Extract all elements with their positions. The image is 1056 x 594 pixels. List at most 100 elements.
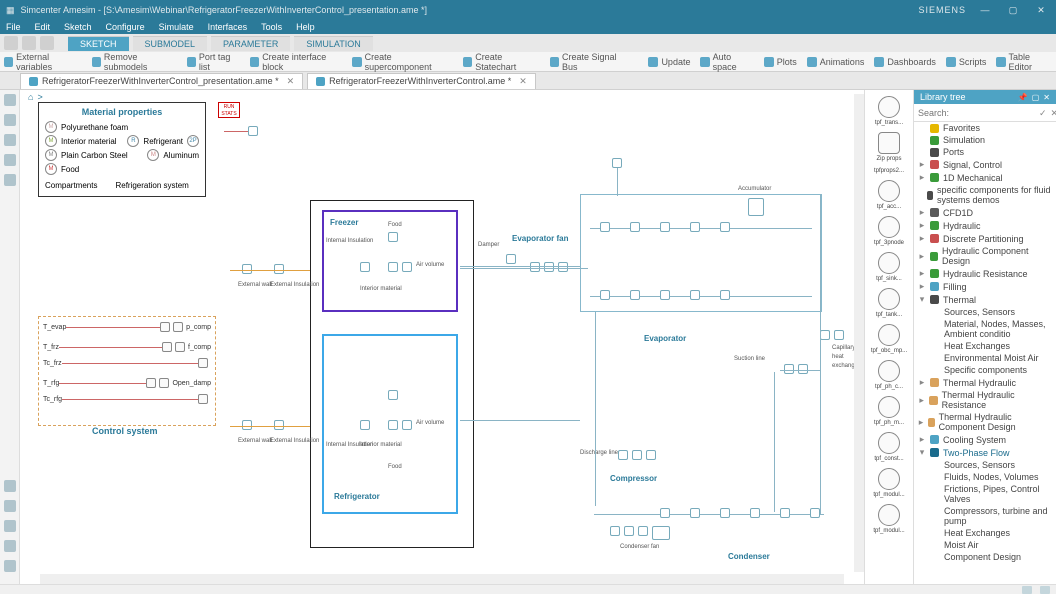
- mode-tab-sketch[interactable]: SKETCH: [68, 36, 129, 51]
- menu-sketch[interactable]: Sketch: [64, 22, 92, 32]
- tree-node[interactable]: ▸Thermal Hydraulic Resistance: [914, 389, 1056, 411]
- tree-node[interactable]: Environmental Moist Air: [914, 352, 1056, 364]
- horizontal-scrollbar[interactable]: [40, 574, 844, 584]
- diagram-node[interactable]: [402, 420, 412, 430]
- diagram-node[interactable]: [660, 222, 670, 232]
- pin-icon[interactable]: 📌: [1018, 93, 1028, 102]
- tree-node[interactable]: ▸Thermal Hydraulic Component Design: [914, 411, 1056, 433]
- tree-node[interactable]: Fluids, Nodes, Volumes: [914, 471, 1056, 483]
- btn-animations[interactable]: Animations: [807, 57, 865, 67]
- diagram-node[interactable]: [248, 126, 258, 136]
- tree-node[interactable]: Heat Exchanges: [914, 340, 1056, 352]
- diagram-node[interactable]: [618, 450, 628, 460]
- tree-node[interactable]: Simulation: [914, 134, 1056, 146]
- tree-node[interactable]: ▾Thermal: [914, 293, 1056, 306]
- diagram-node[interactable]: [630, 222, 640, 232]
- diagram-node[interactable]: [784, 364, 794, 374]
- tree-node[interactable]: ▸Discrete Partitioning: [914, 232, 1056, 245]
- diagram-node[interactable]: [652, 526, 670, 540]
- diagram-node[interactable]: [690, 290, 700, 300]
- maximize-button[interactable]: ▢: [1004, 5, 1022, 16]
- rail-text-icon[interactable]: [4, 174, 16, 186]
- rail-zoom-fit-icon[interactable]: [4, 480, 16, 492]
- menu-edit[interactable]: Edit: [35, 22, 51, 32]
- rail-grid-icon[interactable]: [4, 560, 16, 572]
- diagram-node[interactable]: [360, 262, 370, 272]
- diagram-node[interactable]: [798, 364, 808, 374]
- search-input[interactable]: [918, 108, 1035, 118]
- diagram-node[interactable]: [544, 262, 554, 272]
- menu-configure[interactable]: Configure: [106, 22, 145, 32]
- tree-node[interactable]: Material, Nodes, Masses, Ambient conditi…: [914, 318, 1056, 340]
- diagram-node[interactable]: [660, 290, 670, 300]
- canvas[interactable]: ⌂ > Material properties MPolyurethane fo…: [20, 90, 864, 584]
- palette-item[interactable]: tpfprops2...: [874, 168, 904, 174]
- diagram-node[interactable]: [274, 264, 284, 274]
- diagram-node[interactable]: [388, 390, 398, 400]
- diagram-node[interactable]: [720, 290, 730, 300]
- palette-item[interactable]: Zip props: [876, 132, 901, 162]
- rail-zoom-in-icon[interactable]: [4, 500, 16, 512]
- mode-tab-simulation[interactable]: SIMULATION: [294, 36, 372, 51]
- tree-node[interactable]: Compressors, turbine and pump: [914, 505, 1056, 527]
- rail-line-icon[interactable]: [4, 114, 16, 126]
- mode-tab-parameter[interactable]: PARAMETER: [211, 36, 290, 51]
- panel-close-icon[interactable]: ✕: [1043, 93, 1050, 102]
- diagram-node[interactable]: [720, 222, 730, 232]
- diagram-node[interactable]: [600, 290, 610, 300]
- tree-node[interactable]: Sources, Sensors: [914, 306, 1056, 318]
- status-icon[interactable]: [1040, 586, 1050, 594]
- diagram-node[interactable]: [624, 526, 634, 536]
- check-icon[interactable]: ✓: [1039, 108, 1047, 118]
- minimize-button[interactable]: —: [976, 5, 994, 15]
- menu-help[interactable]: Help: [296, 22, 315, 32]
- rail-magnify-icon[interactable]: [4, 540, 16, 552]
- diagram-node[interactable]: [690, 222, 700, 232]
- tree-node[interactable]: ▸Filling: [914, 280, 1056, 293]
- diagram-node[interactable]: [530, 262, 540, 272]
- diagram-node[interactable]: [720, 508, 730, 518]
- diagram-node[interactable]: [780, 508, 790, 518]
- diagram-node[interactable]: [242, 264, 252, 274]
- file-tab[interactable]: RefrigeratorFreezerWithInverterControl_p…: [20, 73, 303, 89]
- diagram-node[interactable]: [820, 330, 830, 340]
- palette-item[interactable]: tpf_tank...: [876, 288, 902, 318]
- btn-auto-space[interactable]: Auto space: [700, 52, 753, 72]
- diagram-node[interactable]: [612, 158, 622, 168]
- diagram-node[interactable]: [646, 450, 656, 460]
- tab-close-icon[interactable]: ✕: [283, 76, 295, 87]
- file-tab[interactable]: RefrigeratorFreezerWithInverterControl.a…: [307, 73, 536, 89]
- tree-node[interactable]: Component Design: [914, 551, 1056, 563]
- diagram-node[interactable]: [810, 508, 820, 518]
- vertical-scrollbar[interactable]: [854, 94, 864, 572]
- quick-icon[interactable]: [22, 36, 36, 50]
- palette-item[interactable]: tpf_const...: [874, 432, 903, 462]
- tree-node[interactable]: ▸Hydraulic Component Design: [914, 245, 1056, 267]
- rail-zoom-out-icon[interactable]: [4, 520, 16, 532]
- btn-create-signal-bus[interactable]: Create Signal Bus: [550, 52, 629, 72]
- menu-file[interactable]: File: [6, 22, 21, 32]
- diagram-node[interactable]: [388, 232, 398, 242]
- tree-node[interactable]: ▸Thermal Hydraulic: [914, 376, 1056, 389]
- control-system-block[interactable]: T_evapp_comp T_frzf_comp Tc_frz T_rfgOpe…: [38, 316, 216, 426]
- quick-icon[interactable]: [40, 36, 54, 50]
- diagram-node[interactable]: [274, 420, 284, 430]
- tab-close-icon[interactable]: ✕: [515, 76, 527, 87]
- palette-item[interactable]: tpf_modul...: [873, 468, 904, 498]
- palette-item[interactable]: tpf_ph_m...: [874, 396, 904, 426]
- tree-node[interactable]: ▾Two-Phase Flow: [914, 446, 1056, 459]
- mode-tab-submodel[interactable]: SUBMODEL: [133, 36, 208, 51]
- run-stats-block[interactable]: RUN STATS: [218, 102, 240, 118]
- diagram-node[interactable]: [690, 508, 700, 518]
- diagram-node[interactable]: [600, 222, 610, 232]
- btn-create-statechart[interactable]: Create Statechart: [463, 52, 540, 72]
- tree-node[interactable]: Moist Air: [914, 539, 1056, 551]
- palette-item[interactable]: tpf_ph_c...: [875, 360, 903, 390]
- btn-remove-submodels[interactable]: Remove submodels: [92, 52, 177, 72]
- btn-create-supercomponent[interactable]: Create supercomponent: [352, 52, 453, 72]
- diagram-node[interactable]: [610, 526, 620, 536]
- btn-create-interface-block[interactable]: Create interface block: [250, 52, 342, 72]
- palette-item[interactable]: tpf_sink...: [876, 252, 902, 282]
- rail-bus-icon[interactable]: [4, 134, 16, 146]
- tree-node[interactable]: Frictions, Pipes, Control Valves: [914, 483, 1056, 505]
